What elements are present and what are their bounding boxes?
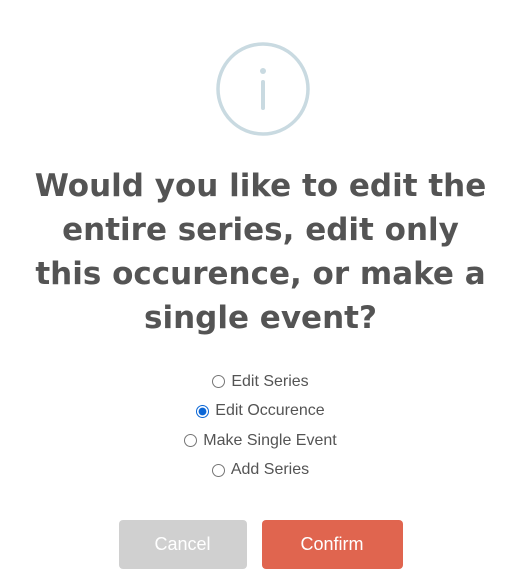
- option-label: Make Single Event: [203, 431, 337, 449]
- edit-event-dialog: Would you like to edit the entire series…: [0, 0, 521, 585]
- option-label: Edit Occurence: [215, 402, 325, 420]
- confirm-button[interactable]: Confirm: [261, 520, 403, 569]
- dialog-actions: Cancel Confirm: [0, 520, 521, 569]
- radio-add-series[interactable]: [211, 463, 225, 477]
- option-add-series[interactable]: Add Series: [0, 456, 521, 486]
- info-icon: [216, 42, 310, 136]
- option-edit-series[interactable]: Edit Series: [0, 367, 521, 397]
- cancel-button[interactable]: Cancel: [118, 520, 247, 569]
- option-label: Edit Series: [231, 372, 309, 390]
- edit-options-radio-group: Edit Series Edit Occurence Make Single E…: [0, 367, 521, 485]
- option-label: Add Series: [230, 461, 310, 479]
- option-make-single-event[interactable]: Make Single Event: [0, 426, 521, 456]
- radio-make-single-event[interactable]: [184, 434, 198, 448]
- option-edit-occurence[interactable]: Edit Occurence: [0, 397, 521, 427]
- dialog-title: Would you like to edit the entire series…: [34, 168, 487, 336]
- radio-edit-series[interactable]: [212, 375, 226, 389]
- radio-edit-occurence[interactable]: [196, 404, 210, 418]
